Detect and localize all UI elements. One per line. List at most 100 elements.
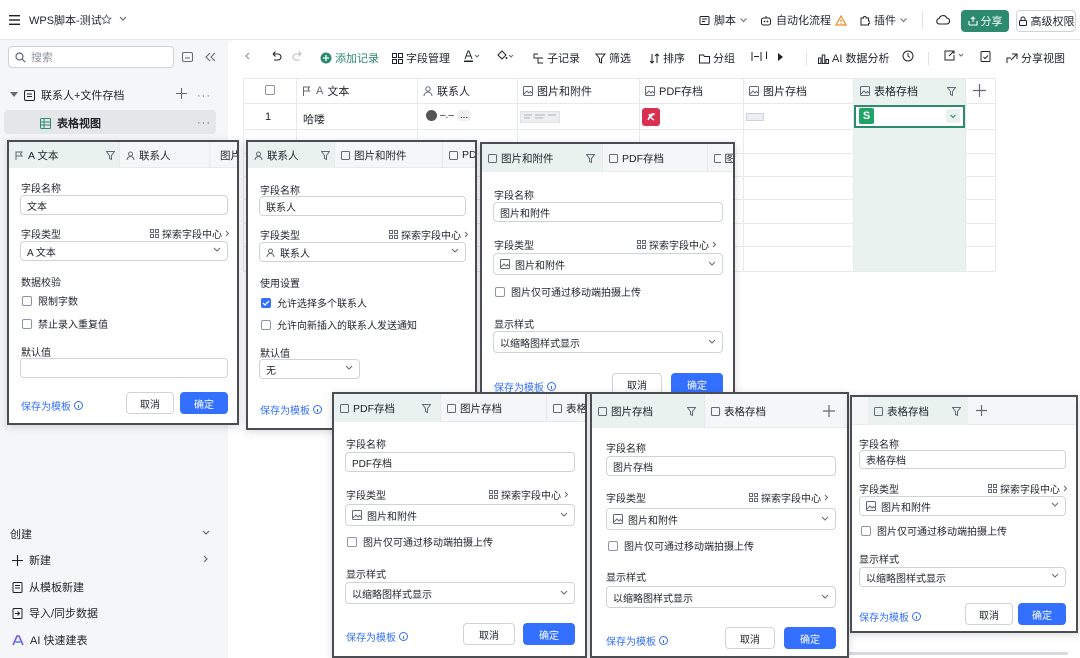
tab-contact[interactable]: 联系人	[119, 142, 209, 168]
ai-build-item[interactable]: AI 快速建表	[12, 632, 87, 648]
sub-record-button[interactable]: 子记录	[533, 50, 580, 66]
filter-icon[interactable]	[586, 154, 595, 163]
attachment-thumbnail[interactable]	[520, 111, 560, 123]
field-type-select[interactable]: 图片和附件	[859, 496, 1066, 516]
limit-chars-checkbox[interactable]: 限制字数	[22, 293, 78, 308]
cell-contact[interactable]: –.– ...	[426, 110, 472, 121]
explore-field-center-link[interactable]: 探索字段中心	[637, 237, 717, 252]
tab-pdf[interactable]: PD	[442, 142, 475, 168]
filter-icon[interactable]	[106, 151, 115, 160]
more-tools-icon[interactable]	[778, 53, 784, 61]
filter-icon[interactable]	[687, 407, 696, 416]
default-value-select[interactable]: 无	[259, 359, 360, 379]
display-style-select[interactable]: 以缩略图样式显示	[859, 567, 1066, 587]
text-color-button[interactable]	[464, 50, 480, 62]
add-icon[interactable]	[176, 88, 187, 99]
explore-field-center-link[interactable]: 探索字段中心	[150, 226, 230, 241]
field-manage-button[interactable]: 字段管理	[392, 50, 450, 66]
header-image-archive[interactable]: 图片存档	[743, 79, 853, 103]
header-pdf[interactable]: PDF存档	[639, 79, 743, 103]
cell-text[interactable]: 哈喽	[303, 111, 325, 127]
confirm-button[interactable]: 确定	[671, 373, 723, 392]
tab-sheet-archive[interactable]: 表格	[546, 394, 585, 422]
cancel-button[interactable]: 取消	[463, 623, 515, 645]
group-button[interactable]: 分组	[699, 50, 735, 66]
filter-icon[interactable]	[321, 151, 330, 160]
collapse-sidebar-icon[interactable]	[205, 52, 216, 62]
field-type-select[interactable]: A 文本	[20, 241, 228, 261]
save-template-link[interactable]: 保存为模板	[21, 398, 83, 413]
tab-attachment[interactable]: 图片和附件	[334, 142, 442, 168]
save-template-link[interactable]: 保存为模板	[346, 629, 408, 644]
tab-image[interactable]: 图片	[209, 142, 237, 168]
explore-field-center-link[interactable]: 探索字段中心	[489, 487, 569, 502]
automation-menu[interactable]: 自动化流程	[760, 12, 847, 28]
tab-text[interactable]: A 文本	[9, 142, 119, 168]
script-menu[interactable]: 脚本	[699, 12, 747, 28]
filter-icon[interactable]	[952, 407, 961, 416]
field-type-select[interactable]: 图片和附件	[606, 508, 836, 530]
tab-image-archive[interactable]: 图	[707, 144, 733, 172]
field-name-input[interactable]: 联系人	[259, 196, 466, 216]
tab-attachment[interactable]: 图片和附件	[482, 144, 602, 172]
add-field-icon[interactable]	[823, 405, 835, 417]
allow-multi-checkbox[interactable]: 允许选择多个联系人	[261, 295, 367, 310]
undo-icon[interactable]	[270, 50, 282, 61]
document-title[interactable]: WPS脚本-测试	[29, 12, 102, 28]
chevron-down-icon[interactable]	[202, 530, 210, 536]
display-style-select[interactable]: 以缩略图样式显示	[493, 331, 723, 353]
field-name-input[interactable]: 图片存档	[606, 456, 836, 476]
chevron-left-icon[interactable]	[244, 52, 250, 60]
field-name-input[interactable]: PDF存档	[345, 452, 575, 472]
explore-field-center-link[interactable]: 探索字段中心	[749, 490, 829, 505]
mobile-only-checkbox[interactable]: 图片仅可通过移动端拍摄上传	[608, 538, 754, 553]
cancel-button[interactable]: 取消	[965, 603, 1013, 625]
new-item[interactable]: 新建	[12, 552, 51, 568]
chevron-down-icon[interactable]	[119, 16, 127, 22]
mobile-only-checkbox[interactable]: 图片仅可通过移动端拍摄上传	[347, 534, 493, 549]
ai-analysis-button[interactable]: AI 数据分析	[818, 50, 889, 66]
star-icon[interactable]	[101, 14, 112, 25]
display-style-select[interactable]: 以缩略图样式显示	[606, 586, 836, 608]
cancel-button[interactable]: 取消	[126, 392, 174, 414]
confirm-button[interactable]: 确定	[784, 627, 836, 649]
sheet-archive-cell-active[interactable]: S	[854, 105, 965, 128]
plugin-menu[interactable]: 插件	[859, 12, 907, 28]
field-type-select[interactable]: 图片和附件	[493, 253, 723, 275]
filter-icon[interactable]	[947, 87, 956, 96]
cancel-button[interactable]: 取消	[612, 373, 662, 392]
fill-color-button[interactable]	[496, 50, 514, 62]
create-section-header[interactable]: 创建	[10, 526, 32, 542]
image-thumbnail[interactable]	[746, 113, 764, 121]
display-style-select[interactable]: 以缩略图样式显示	[345, 582, 575, 604]
share-view-button[interactable]: 分享视图	[1006, 50, 1065, 66]
sort-button[interactable]: 排序	[649, 50, 685, 66]
mobile-only-checkbox[interactable]: 图片仅可通过移动端拍摄上传	[495, 284, 641, 299]
sidebar-table-item[interactable]: 联系人+文件存档	[10, 87, 124, 103]
filter-icon[interactable]	[422, 404, 431, 413]
tab-sheet-archive[interactable]: 表格存档	[704, 394, 814, 428]
select-all-checkbox[interactable]	[265, 85, 275, 95]
save-template-link[interactable]: 保存为模板	[606, 633, 668, 648]
save-template-link[interactable]: 保存为模板	[859, 609, 921, 624]
cloud-icon[interactable]	[935, 14, 950, 25]
mobile-only-checkbox[interactable]: 图片仅可通过移动端拍摄上传	[861, 523, 1007, 538]
more-icon[interactable]: ···	[197, 90, 211, 102]
share-button[interactable]: 分享	[961, 10, 1009, 32]
history-icon[interactable]	[902, 50, 914, 62]
sidebar-view-item[interactable]: 表格视图	[40, 115, 101, 131]
save-template-link[interactable]: 保存为模板	[260, 402, 322, 417]
filter-button[interactable]: 筛选	[595, 50, 631, 66]
redo-icon[interactable]	[292, 50, 304, 61]
field-type-select[interactable]: 图片和附件	[345, 504, 575, 526]
clipboard-icon[interactable]	[980, 50, 991, 62]
tab-pdf[interactable]: PDF存档	[602, 144, 707, 172]
explore-field-center-link[interactable]: 探索字段中心	[988, 481, 1068, 496]
confirm-button[interactable]: 确定	[180, 392, 228, 414]
add-field-icon[interactable]	[976, 405, 987, 416]
header-contact[interactable]: 联系人	[417, 79, 517, 103]
search-input[interactable]: 搜索	[8, 46, 174, 68]
from-template-item[interactable]: 从模板新建	[12, 579, 84, 595]
minimize-icon[interactable]	[182, 52, 193, 62]
add-column-icon[interactable]	[973, 84, 986, 97]
